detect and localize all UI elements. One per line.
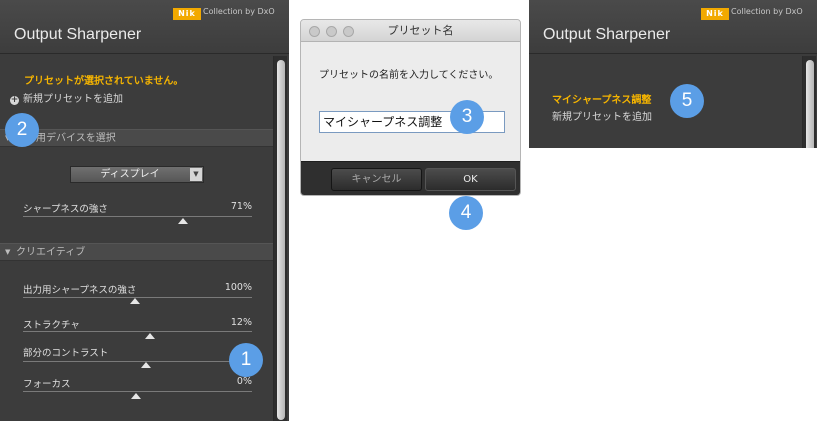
add-preset-label: 新規プリセットを追加 bbox=[23, 94, 123, 105]
dialog-title: プリセット名 bbox=[387, 24, 454, 37]
add-preset-button[interactable]: + 新規プリセットを追加 bbox=[10, 90, 123, 105]
callout-badge-2: 2 bbox=[5, 113, 39, 147]
add-preset-button[interactable]: 新規プリセットを追加 bbox=[552, 108, 652, 123]
preset-name-dialog: プリセット名 プリセットの名前を入力してください。 マイシャープネス調整 キャン… bbox=[300, 19, 521, 196]
slider-value: 71% bbox=[230, 201, 252, 212]
slider-track-sharpness[interactable] bbox=[23, 216, 252, 217]
plus-icon: + bbox=[10, 95, 19, 105]
slider-knob[interactable] bbox=[130, 298, 140, 304]
dialog-titlebar: プリセット名 bbox=[301, 20, 520, 42]
slider-label: シャープネスの強さ bbox=[23, 204, 108, 215]
scrollbar[interactable] bbox=[802, 56, 816, 148]
slider-value: 12% bbox=[230, 317, 252, 328]
slider-knob[interactable] bbox=[141, 362, 151, 368]
panel-header: Nik Collection by DxO Output Sharpener bbox=[529, 0, 817, 54]
scrollbar-thumb[interactable] bbox=[277, 60, 285, 420]
chevron-down-icon: ▼ bbox=[5, 248, 11, 256]
dropdown-value: ディスプレイ bbox=[100, 169, 160, 180]
output-device-dropdown[interactable]: ディスプレイ ▼ bbox=[70, 166, 204, 183]
section-label: クリエイティブ bbox=[16, 247, 86, 258]
slider-value: 0% bbox=[236, 376, 252, 387]
slider-knob[interactable] bbox=[145, 333, 155, 339]
slider-knob[interactable] bbox=[131, 393, 141, 399]
callout-badge-5: 5 bbox=[670, 84, 704, 118]
callout-badge-1: 1 bbox=[229, 343, 263, 377]
slider-knob[interactable] bbox=[178, 218, 188, 224]
section-creative[interactable]: ▼ クリエイティブ bbox=[0, 243, 273, 261]
cancel-button[interactable]: キャンセル bbox=[331, 168, 422, 191]
slider-track-focus[interactable] bbox=[23, 391, 252, 392]
slider-label: ストラクチャ bbox=[23, 320, 80, 331]
brand-text: Collection by DxO bbox=[731, 7, 803, 16]
nik-logo: Nik bbox=[173, 8, 201, 20]
slider-label: 部分のコントラスト bbox=[23, 348, 109, 359]
callout-badge-4: 4 bbox=[449, 196, 483, 230]
right-panel: Nik Collection by DxO Output Sharpener マ… bbox=[529, 0, 817, 148]
ok-button[interactable]: OK bbox=[425, 168, 516, 191]
close-dot-icon[interactable] bbox=[309, 26, 320, 37]
scrollbar-thumb[interactable] bbox=[806, 60, 814, 148]
no-preset-message: プリセットが選択されていません。 bbox=[24, 76, 184, 87]
slider-track-structure[interactable] bbox=[23, 331, 252, 332]
slider-track-local-contrast[interactable] bbox=[23, 361, 252, 362]
minimize-dot-icon[interactable] bbox=[326, 26, 337, 37]
callout-badge-3: 3 bbox=[450, 100, 484, 134]
dialog-prompt: プリセットの名前を入力してください。 bbox=[319, 70, 499, 81]
section-output-device[interactable]: ▼ 出力用デバイスを選択 bbox=[0, 129, 273, 147]
slider-label: 出力用シャープネスの強さ bbox=[23, 285, 137, 296]
brand-text: Collection by DxO bbox=[203, 7, 275, 16]
panel-header: Nik Collection by DxO Output Sharpener bbox=[0, 0, 289, 54]
slider-value: 100% bbox=[224, 282, 252, 293]
dropdown-arrow-icon: ▼ bbox=[190, 168, 202, 181]
nik-logo: Nik bbox=[701, 8, 729, 20]
scrollbar[interactable] bbox=[273, 56, 287, 421]
zoom-dot-icon[interactable] bbox=[343, 26, 354, 37]
preset-name[interactable]: マイシャープネス調整 bbox=[552, 91, 651, 106]
panel-title: Output Sharpener bbox=[14, 26, 142, 43]
dialog-footer: キャンセル OK bbox=[301, 161, 520, 195]
panel-title: Output Sharpener bbox=[543, 26, 671, 43]
slider-label: フォーカス bbox=[23, 379, 71, 390]
